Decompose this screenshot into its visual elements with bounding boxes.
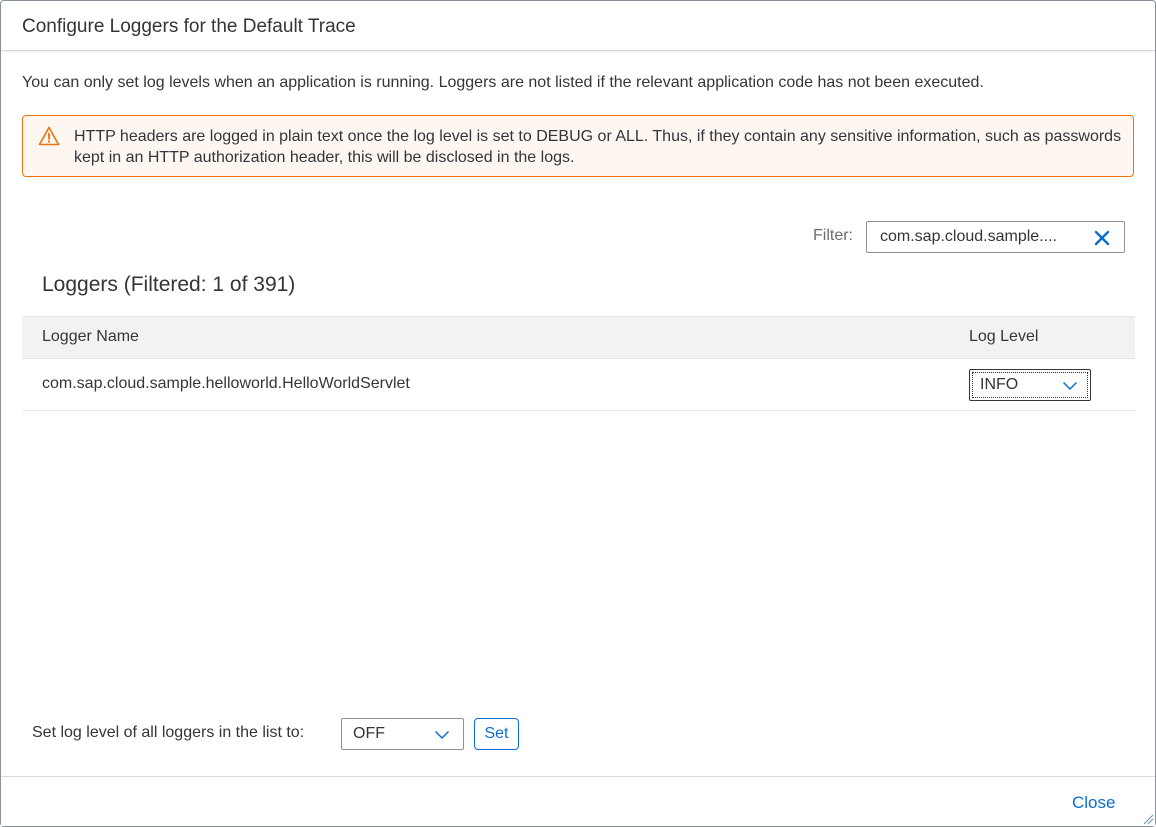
info-text: You can only set log levels when an appl… (22, 74, 984, 91)
dialog-title: Configure Loggers for the Default Trace (22, 16, 356, 37)
column-header-logger-name: Logger Name (42, 328, 139, 345)
chevron-down-icon[interactable] (1062, 381, 1078, 391)
resize-grip-icon[interactable] (1142, 813, 1154, 825)
column-header-log-level: Log Level (969, 328, 1039, 345)
set-button[interactable]: Set (474, 718, 519, 750)
bulk-log-level-value: OFF (353, 725, 385, 742)
loggers-table-header: Logger Name Log Level (22, 316, 1135, 359)
logger-name-cell: com.sap.cloud.sample.helloworld.HelloWor… (42, 375, 410, 392)
filter-input[interactable]: com.sap.cloud.sample.... (866, 221, 1125, 253)
log-level-select[interactable]: INFO (969, 369, 1091, 401)
warning-text: HTTP headers are logged in plain text on… (74, 128, 1122, 166)
chevron-down-icon[interactable] (434, 730, 450, 740)
warning-triangle-icon (38, 126, 60, 146)
bulk-log-level-label: Set log level of all loggers in the list… (32, 724, 305, 741)
log-level-select-value: INFO (980, 376, 1019, 393)
filter-input-value[interactable]: com.sap.cloud.sample.... (880, 228, 1080, 246)
close-icon[interactable] (1093, 229, 1111, 247)
configure-loggers-dialog: Configure Loggers for the Default Trace … (0, 0, 1156, 827)
bulk-log-level-select[interactable]: OFF (341, 718, 464, 750)
dialog-header: Configure Loggers for the Default Trace (1, 1, 1155, 51)
table-row: com.sap.cloud.sample.helloworld.HelloWor… (22, 359, 1135, 411)
close-button[interactable]: Close (1072, 793, 1115, 813)
loggers-table-title: Loggers (Filtered: 1 of 391) (42, 273, 296, 296)
dialog-footer: Close (1, 776, 1155, 826)
warning-message-strip: HTTP headers are logged in plain text on… (22, 115, 1134, 177)
filter-label: Filter: (813, 227, 853, 244)
